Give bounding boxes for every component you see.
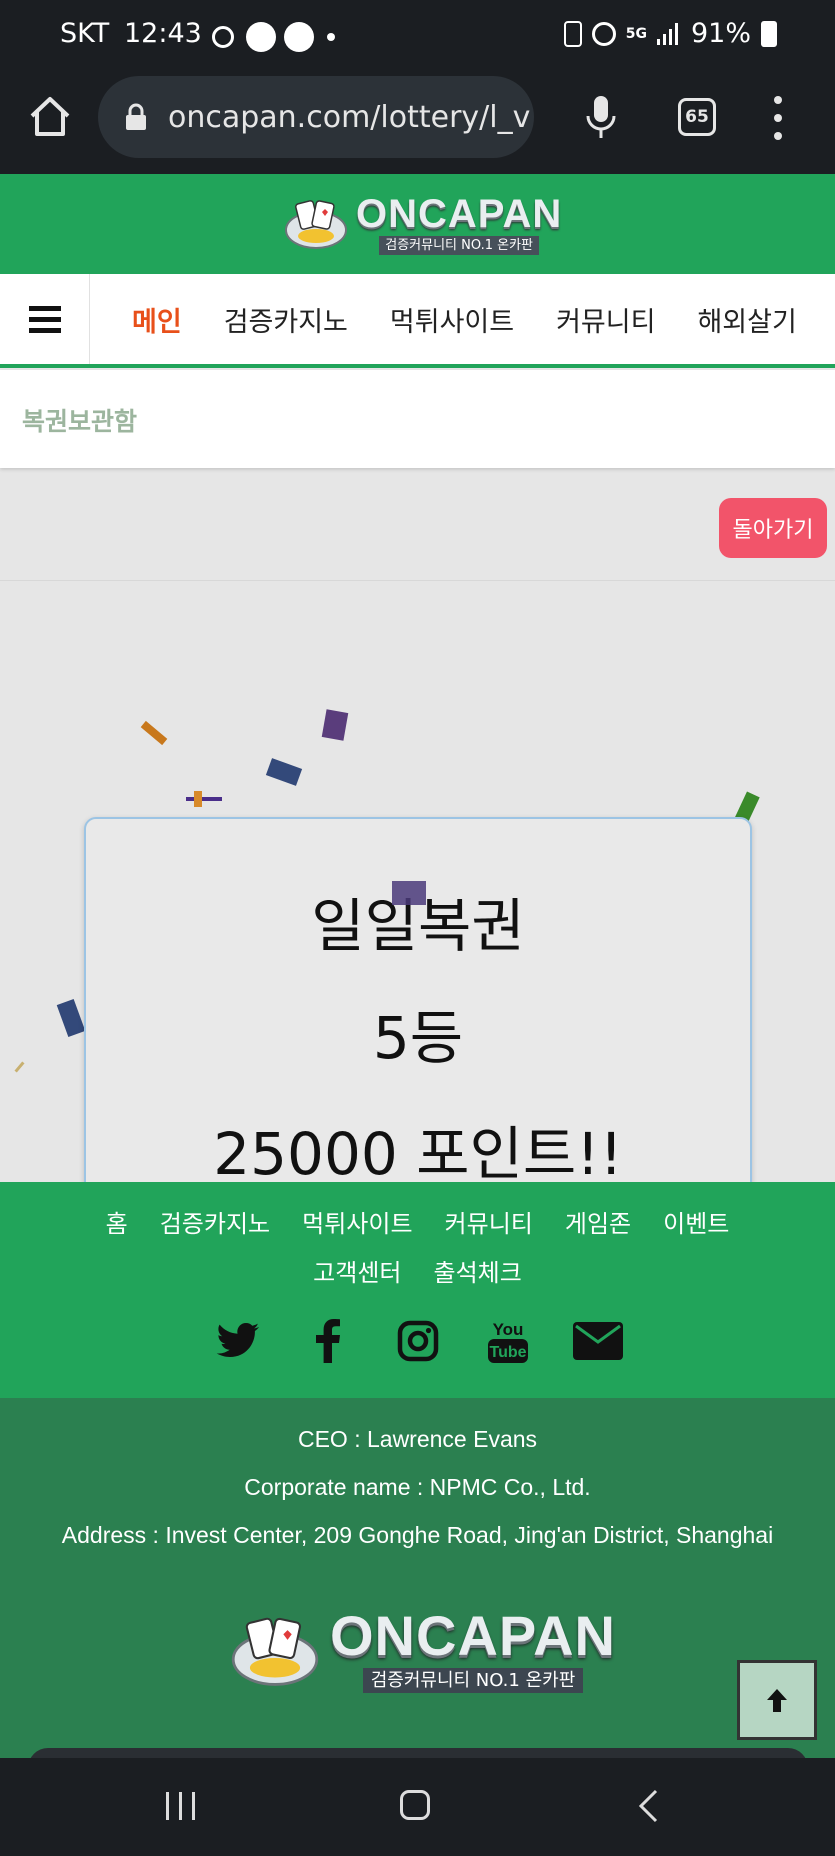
nav-item-community[interactable]: 커뮤니티 — [556, 300, 655, 339]
prize-card: 일일복권 5등 25000 포인트!! — [84, 817, 752, 1221]
more-options-icon[interactable] — [770, 96, 786, 140]
footer-link-home[interactable]: 홈 — [106, 1204, 128, 1239]
url-text: oncapan.com/lottery/l_v — [168, 99, 531, 135]
tab-switcher-button[interactable]: 65 — [678, 98, 716, 136]
signal-icon — [656, 22, 678, 45]
nav-item-overseas[interactable]: 해외살기 — [697, 300, 796, 339]
confetti-piece — [265, 758, 303, 786]
nav-items: 메인 검증카지노 먹튀사이트 커뮤니티 해외살기 — [132, 274, 797, 364]
footer-link-community[interactable]: 커뮤니티 — [445, 1204, 533, 1239]
prize-points: 25000 포인트!! — [213, 1120, 623, 1188]
dot-icon — [327, 33, 335, 41]
mail-icon[interactable] — [572, 1316, 623, 1366]
alarm-icon — [591, 21, 616, 46]
social-links: You Tube — [0, 1316, 835, 1366]
web-page: ONCAPAN 검증커뮤니티 NO.1 온카판 메인 검증카지노 먹튀사이트 커… — [0, 174, 835, 1758]
confetti-piece — [56, 998, 86, 1038]
status-bar: SKT 12:43 5G 91% — [0, 0, 835, 70]
card-emblem-icon — [285, 200, 347, 249]
carrier-label: SKT — [60, 18, 110, 49]
address-bar[interactable]: oncapan.com/lottery/l_v — [98, 76, 534, 158]
twitter-icon[interactable] — [213, 1316, 263, 1366]
footer-nav: 홈 검증카지노 먹튀사이트 커뮤니티 게임존 이벤트 고객센터 출석체크 You… — [0, 1182, 835, 1398]
scroll-to-top-button[interactable] — [737, 1660, 817, 1740]
home-button-icon[interactable] — [400, 1790, 430, 1820]
address-text: Address : Invest Center, 209 Gonghe Road… — [61, 1522, 774, 1548]
confetti-piece — [186, 797, 222, 801]
footer-link-attendance[interactable]: 출석체크 — [434, 1253, 522, 1288]
logo-tagline: 검증커뮤니티 NO.1 온카판 — [379, 235, 539, 255]
nav-item-main[interactable]: 메인 — [132, 300, 182, 339]
confetti-piece — [14, 1061, 25, 1073]
nav-item-verified-casino[interactable]: 검증카지노 — [224, 300, 348, 339]
confetti-piece — [321, 709, 349, 741]
site-header: ONCAPAN 검증커뮤니티 NO.1 온카판 — [0, 174, 835, 274]
nav-item-scam-sites[interactable]: 먹튀사이트 — [390, 300, 514, 339]
recent-apps-icon[interactable] — [166, 1792, 195, 1820]
footer-info: CEO : Lawrence Evans Corporate name : NP… — [0, 1398, 835, 1758]
confetti-piece — [392, 881, 426, 905]
microphone-icon[interactable] — [584, 94, 618, 140]
footer-link-customer-center[interactable]: 고객센터 — [313, 1253, 401, 1288]
battery-percent: 91% — [690, 18, 751, 49]
logo-tagline: 검증커뮤니티 NO.1 온카판 — [362, 1668, 584, 1693]
lock-icon — [126, 103, 146, 130]
card-emblem-icon — [231, 1617, 319, 1686]
footer-link-scam-sites[interactable]: 먹튀사이트 — [302, 1204, 412, 1239]
back-arrow-icon[interactable] — [636, 1788, 660, 1824]
ceo-text: CEO : Lawrence Evans — [297, 1426, 538, 1452]
arrow-up-icon — [767, 1689, 787, 1712]
confetti-piece — [140, 720, 168, 746]
battery-icon — [761, 20, 777, 47]
confetti-piece — [194, 791, 202, 807]
breadcrumb: 복권보관함 — [0, 370, 835, 468]
youtube-icon[interactable]: You Tube — [483, 1316, 533, 1366]
system-nav-bar — [0, 1758, 835, 1856]
clock: 12:43 — [124, 18, 202, 49]
lottery-result-area: 일일복권 5등 25000 포인트!! — [0, 580, 835, 1221]
prize-rank: 5등 — [372, 1004, 464, 1072]
main-nav: 메인 검증카지노 먹튀사이트 커뮤니티 해외살기 — [0, 274, 835, 368]
system-indicators: 5G 91% — [563, 18, 777, 49]
s-app-icon — [284, 22, 314, 52]
5g-signal-icon: 5G — [625, 25, 647, 42]
recycle-icon — [563, 20, 582, 47]
home-icon[interactable] — [28, 94, 72, 138]
footer-link-game-zone[interactable]: 게임존 — [565, 1204, 631, 1239]
logo-name: ONCAPAN — [330, 1604, 616, 1667]
corporate-name-text: Corporate name : NPMC Co., Ltd. — [244, 1474, 591, 1500]
footer-links: 홈 검증카지노 먹튀사이트 커뮤니티 게임존 이벤트 고객센터 출석체크 — [60, 1204, 775, 1288]
svg-text:You: You — [492, 1320, 523, 1339]
svg-text:Tube: Tube — [489, 1344, 526, 1361]
back-button[interactable]: 돌아가기 — [719, 498, 827, 558]
footer-link-events[interactable]: 이벤트 — [663, 1204, 729, 1239]
page-title: 복권보관함 — [22, 407, 138, 436]
notification-badge-icon — [246, 22, 276, 52]
instagram-icon[interactable] — [393, 1316, 443, 1366]
site-logo[interactable]: ONCAPAN 검증커뮤니티 NO.1 온카판 — [284, 192, 562, 256]
browser-toolbar: oncapan.com/lottery/l_v 65 — [0, 70, 835, 174]
logo-name: ONCAPAN — [356, 191, 563, 236]
hamburger-menu-icon[interactable] — [0, 274, 90, 364]
footer-logo[interactable]: ONCAPAN 검증커뮤니티 NO.1 온카판 — [230, 1608, 616, 1693]
facebook-icon[interactable] — [303, 1316, 353, 1366]
footer-link-verified-casino[interactable]: 검증카지노 — [160, 1204, 270, 1239]
sync-icon — [212, 26, 234, 48]
